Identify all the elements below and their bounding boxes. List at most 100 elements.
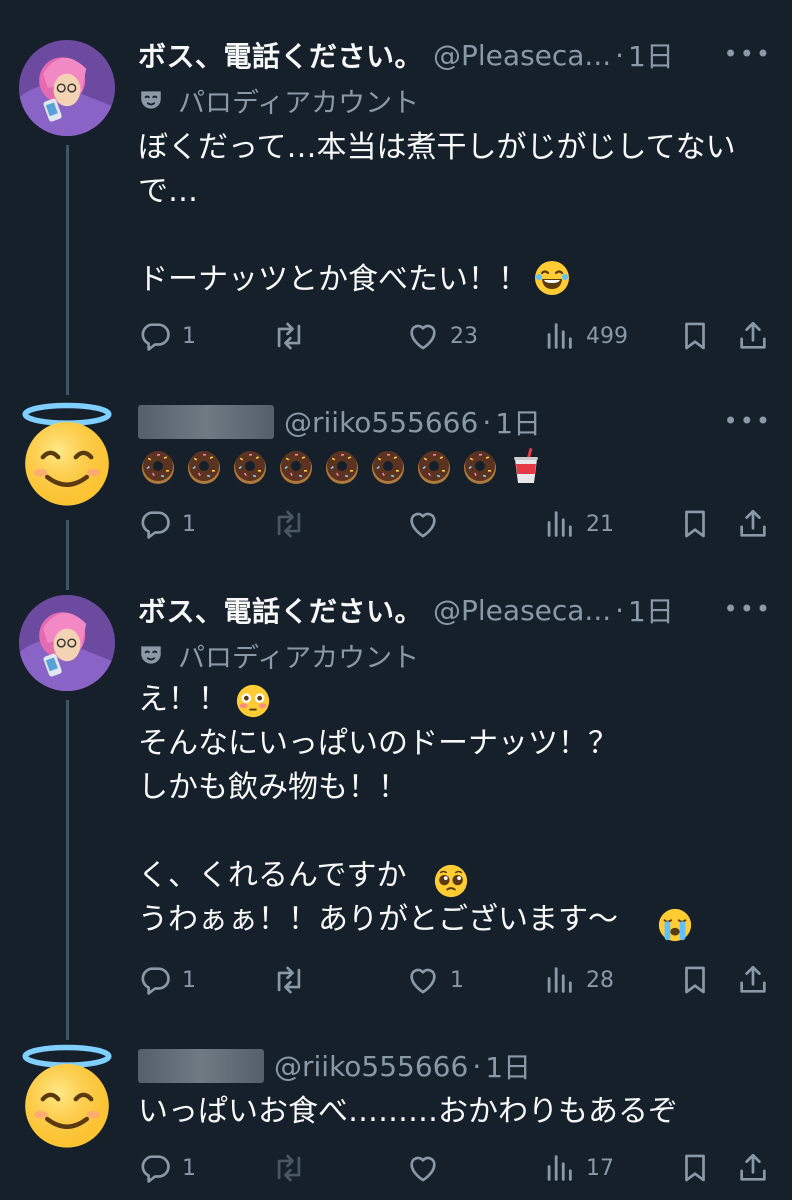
parody-label: パロディアカウント xyxy=(138,637,420,674)
tweet[interactable]: @riiko555666 · 1日 ••• 1 21 xyxy=(0,380,792,580)
reply-count: 1 xyxy=(182,1155,196,1181)
flushed-emoji-icon xyxy=(234,682,272,720)
tweet[interactable]: ボス、電話ください。 @Pleaseca... · 1日 ••• パロディアカウ… xyxy=(0,0,792,380)
reply-count: 1 xyxy=(182,323,196,349)
share-icon xyxy=(736,1151,770,1185)
tweet-text xyxy=(138,446,752,486)
avatar[interactable] xyxy=(12,400,122,510)
retweet-icon xyxy=(272,963,306,997)
bookmark-icon xyxy=(678,507,712,541)
retweet-button[interactable] xyxy=(272,316,316,356)
reply-icon xyxy=(138,507,172,541)
retweet-button[interactable] xyxy=(272,504,316,544)
more-icon[interactable]: ••• xyxy=(724,40,772,68)
reply-button[interactable]: 1 xyxy=(138,1148,196,1188)
donut-icon xyxy=(230,446,270,486)
retweet-button[interactable] xyxy=(272,1148,316,1188)
retweet-icon xyxy=(272,319,306,353)
bookmark-button[interactable] xyxy=(678,1148,722,1188)
bookmark-button[interactable] xyxy=(678,960,722,1000)
handle[interactable]: @Pleaseca... xyxy=(433,39,611,72)
like-count: 23 xyxy=(450,323,478,349)
like-count: 1 xyxy=(450,967,464,993)
views-icon xyxy=(542,507,576,541)
views-count: 17 xyxy=(586,1155,614,1181)
retweet-icon xyxy=(272,507,306,541)
like-button[interactable]: 1 xyxy=(406,960,464,1000)
reply-button[interactable]: 1 xyxy=(138,960,196,1000)
donut-icon xyxy=(368,446,408,486)
tweet-text-body: え！！ そんなにいっぱいのドーナッツ！？ しかも飲み物も！！ く、くれるんですか… xyxy=(138,682,618,937)
views-button[interactable]: 499 xyxy=(542,316,628,356)
handle[interactable]: @riiko555666 xyxy=(274,1050,468,1083)
tweet-text: ぼくだって…本当は煮干しがじがじしてないで… ドーナッツとか食べたい！！ xyxy=(138,126,752,302)
more-icon[interactable]: ••• xyxy=(724,595,772,623)
bookmark-icon xyxy=(678,1151,712,1185)
parody-mask-icon xyxy=(138,642,164,668)
share-icon xyxy=(736,507,770,541)
tweet-text: え！！ そんなにいっぱいのドーナッツ！？ しかも飲み物も！！ く、くれるんですか… xyxy=(138,678,752,942)
reply-button[interactable]: 1 xyxy=(138,504,196,544)
crying-emoji-icon xyxy=(656,906,694,944)
cup-with-straw-icon xyxy=(506,446,546,486)
views-button[interactable]: 17 xyxy=(542,1148,614,1188)
views-button[interactable]: 21 xyxy=(542,504,614,544)
avatar[interactable] xyxy=(19,595,115,691)
avatar[interactable] xyxy=(12,1042,122,1152)
views-icon xyxy=(542,1151,576,1185)
tweet-text: いっぱいお食べ………おかわりもあるぞ xyxy=(138,1090,752,1134)
views-button[interactable]: 28 xyxy=(542,960,614,1000)
tweet-text-body: ぼくだって…本当は煮干しがじがじしてないで… ドーナッツとか食べたい！！ xyxy=(138,130,736,297)
like-button[interactable] xyxy=(406,1148,450,1188)
reply-icon xyxy=(138,963,172,997)
handle[interactable]: @Pleaseca... xyxy=(433,594,611,627)
bookmark-button[interactable] xyxy=(678,316,722,356)
views-icon xyxy=(542,963,576,997)
timestamp[interactable]: 1日 xyxy=(485,1046,531,1086)
views-count: 499 xyxy=(586,323,628,349)
display-name[interactable]: ボス、電話ください。 xyxy=(138,590,423,630)
donut-icon xyxy=(138,446,178,486)
like-button[interactable]: 23 xyxy=(406,316,478,356)
tweet[interactable]: @riiko555666 · 1日 いっぱいお食べ………おかわりもあるぞ 1 1… xyxy=(0,1030,792,1200)
share-button[interactable] xyxy=(736,1148,780,1188)
share-button[interactable] xyxy=(736,316,780,356)
parody-text: パロディアカウント xyxy=(178,87,420,119)
share-button[interactable] xyxy=(736,504,780,544)
donut-icon xyxy=(414,446,454,486)
tweet-text-body: いっぱいお食べ………おかわりもあるぞ xyxy=(138,1094,678,1129)
donut-icon xyxy=(276,446,316,486)
laugh-emoji-icon xyxy=(532,258,572,298)
display-name[interactable]: ボス、電話ください。 xyxy=(138,35,423,75)
parody-label: パロディアカウント xyxy=(138,82,420,119)
avatar[interactable] xyxy=(19,40,115,136)
donut-icon xyxy=(322,446,362,486)
timestamp[interactable]: 1日 xyxy=(628,35,674,75)
reply-count: 1 xyxy=(182,967,196,993)
retweet-button[interactable] xyxy=(272,960,316,1000)
reply-button[interactable]: 1 xyxy=(138,316,196,356)
share-icon xyxy=(736,963,770,997)
share-icon xyxy=(736,319,770,353)
timestamp[interactable]: 1日 xyxy=(495,402,541,442)
views-count: 28 xyxy=(586,967,614,993)
views-icon xyxy=(542,319,576,353)
tweet[interactable]: ボス、電話ください。 @Pleaseca... · 1日 ••• パロディアカウ… xyxy=(0,580,792,1030)
like-icon xyxy=(406,507,440,541)
reply-count: 1 xyxy=(182,511,196,537)
reply-icon xyxy=(138,319,172,353)
like-icon xyxy=(406,1151,440,1185)
separator: · xyxy=(482,405,492,439)
like-button[interactable] xyxy=(406,504,450,544)
reply-icon xyxy=(138,1151,172,1185)
bookmark-button[interactable] xyxy=(678,504,722,544)
donut-icon xyxy=(184,446,224,486)
views-count: 21 xyxy=(586,511,614,537)
parody-text: パロディアカウント xyxy=(178,642,420,674)
retweet-icon xyxy=(272,1151,306,1185)
like-icon xyxy=(406,319,440,353)
more-icon[interactable]: ••• xyxy=(724,407,772,435)
share-button[interactable] xyxy=(736,960,780,1000)
handle[interactable]: @riiko555666 xyxy=(284,406,478,439)
timestamp[interactable]: 1日 xyxy=(628,590,674,630)
